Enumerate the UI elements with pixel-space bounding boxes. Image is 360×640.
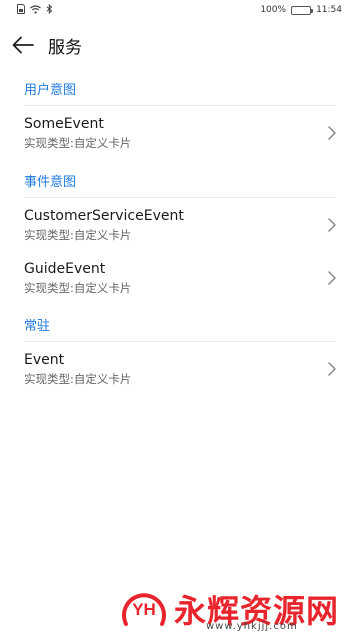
list-item-event[interactable]: Event 实现类型:自定义卡片: [0, 352, 360, 398]
status-bar: 100% 11:54: [0, 0, 360, 20]
item-name: Event: [24, 352, 65, 368]
watermark-url: www.yhkjjj.com: [206, 621, 298, 632]
divider: [24, 105, 336, 106]
status-icons-left: [17, 4, 53, 14]
section-title-user-intent: 用户意图: [24, 83, 77, 98]
chevron-right-icon: [326, 125, 338, 141]
status-icons-right: 100% 11:54: [260, 5, 342, 15]
chevron-right-icon: [326, 361, 338, 377]
item-subtitle: 实现类型:自定义卡片: [24, 281, 132, 295]
divider: [24, 341, 336, 342]
clock: 11:54: [316, 5, 342, 15]
arrow-left-icon: [12, 36, 34, 54]
list-item-someevent[interactable]: SomeEvent 实现类型:自定义卡片: [0, 116, 360, 162]
watermark: YH 永辉资源网 www.yhkjjj.com: [118, 584, 353, 636]
bluetooth-icon: [46, 4, 53, 14]
sim-card-icon: [17, 4, 25, 14]
watermark-logo: YH: [122, 593, 166, 626]
list-item-customerserviceevent[interactable]: CustomerServiceEvent 实现类型:自定义卡片: [0, 208, 360, 254]
chevron-right-icon: [326, 217, 338, 233]
item-name: SomeEvent: [24, 116, 104, 132]
item-subtitle: 实现类型:自定义卡片: [24, 136, 132, 150]
battery-percent: 100%: [260, 5, 287, 15]
back-button[interactable]: [10, 32, 36, 58]
wifi-icon: [30, 4, 41, 14]
item-subtitle: 实现类型:自定义卡片: [24, 228, 132, 242]
list-item-guideevent[interactable]: GuideEvent 实现类型:自定义卡片: [0, 261, 360, 307]
page-title: 服务: [48, 38, 82, 58]
divider: [24, 197, 336, 198]
title-bar: 服务: [0, 28, 360, 62]
battery-icon: [291, 5, 314, 15]
section-title-resident: 常驻: [24, 319, 51, 334]
chevron-right-icon: [326, 270, 338, 286]
svg-text:YH: YH: [132, 600, 156, 619]
item-name: CustomerServiceEvent: [24, 208, 184, 224]
item-subtitle: 实现类型:自定义卡片: [24, 372, 132, 386]
item-name: GuideEvent: [24, 261, 106, 277]
section-title-event-intent: 事件意图: [24, 175, 77, 190]
